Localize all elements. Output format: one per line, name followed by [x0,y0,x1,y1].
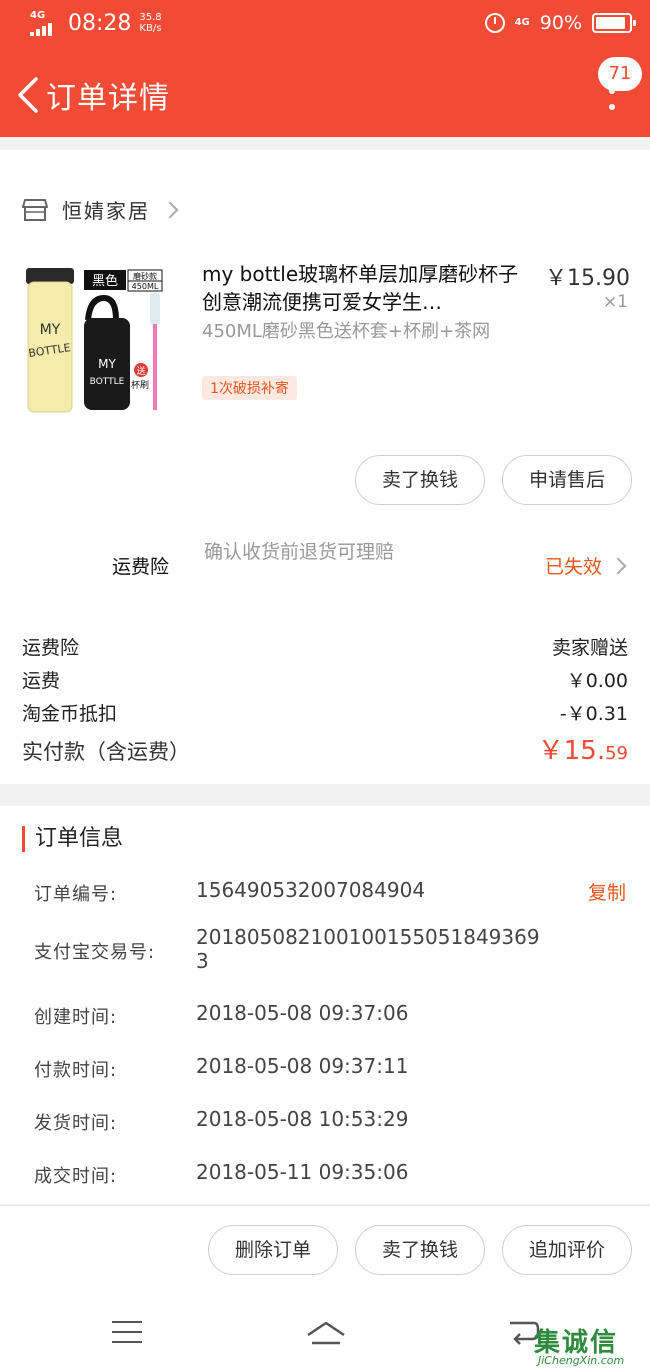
paid-time-value: 2018-05-08 09:37:11 [196,1054,409,1078]
after-sales-button[interactable]: 申请售后 [502,455,632,505]
delete-order-button[interactable]: 删除订单 [208,1225,338,1275]
sell-for-cash-button[interactable]: 卖了换钱 [355,455,485,505]
signal-bars [30,23,52,36]
paid-total-main: ￥15. [537,736,606,766]
shop-name: 恒婧家居 [62,199,150,223]
message-count-badge[interactable]: 71 [598,57,642,91]
speed-value: 35.8 [139,12,162,23]
copy-button[interactable]: 复制 [588,878,626,905]
paid-total-value: ￥15.59 [538,730,628,767]
shipped-time-label: 发货时间: [34,1113,118,1134]
battery-icon [592,13,636,33]
service-tag: 1次破损补寄 [202,376,297,400]
order-info-title: 订单信息 [22,826,123,852]
fee-value: -￥0.31 [559,703,628,725]
order-number-label: 订单编号: [34,884,118,905]
signal-icon: 4G [30,10,60,36]
back-arrow-icon[interactable] [14,75,44,115]
watermark-url: JiChengXin.com [538,1354,625,1367]
status-bar: 4G 08:28 35.8 KB/s 4G 90% [0,0,650,50]
fee-row: 淘金币抵扣 -￥0.31 [22,699,628,726]
color-badge: 黑色 [92,273,118,289]
brand-line1: MY [40,322,61,338]
paid-total-cents: 59 [605,743,628,764]
add-review-button[interactable]: 追加评价 [502,1225,632,1275]
alarm-icon [484,13,505,33]
status-right: 4G 90% [484,12,636,34]
home-icon[interactable] [304,1317,348,1347]
sleeve-brand-line2: BOTTLE [90,377,125,387]
product-sku: 450ML磨砂黑色送杯套+杯刷+茶网 [202,321,491,342]
brush-label: 杯刷 [131,379,149,391]
fee-value: 卖家赠送 [551,637,628,659]
paid-time-label: 付款时间: [34,1060,118,1081]
shipping-insurance-status[interactable]: 已失效 [544,552,627,579]
chevron-right-icon [609,557,627,574]
deal-time-value: 2018-05-11 09:35:06 [196,1160,409,1184]
sleeve-brand-line1: MY [98,357,116,371]
fee-label: 运费 [22,670,61,692]
paid-total-row: 实付款（含运费） ￥15.59 [22,730,628,767]
store-icon [22,198,48,221]
shipping-insurance-description: 确认收货前退货可理赔 [204,541,395,563]
battery-percent: 90% [539,12,582,34]
created-time-value: 2018-05-08 09:37:06 [196,1001,409,1025]
chevron-right-icon [161,201,179,218]
fee-value: ￥0.00 [566,670,628,692]
product-price: ￥15.90 [545,266,630,291]
sell-for-cash-button-bottom[interactable]: 卖了换钱 [355,1225,485,1275]
shop-link[interactable]: 恒婧家居 [22,195,179,224]
alipay-trade-value: 2018050821001001550518493693 [196,925,540,973]
nav-bar: 订单详情 71 [0,55,650,135]
net-type-label: 4G [514,17,530,28]
deal-time-label: 成交时间: [34,1166,118,1187]
shipped-time-value: 2018-05-08 10:53:29 [196,1107,409,1131]
alipay-trade-label: 支付宝交易号: [34,942,156,963]
volume-badge: 450ML [132,282,159,291]
created-time-label: 创建时间: [34,1007,118,1028]
page-title: 订单详情 [46,81,170,116]
variant-badge: 磨砂款 [133,271,157,281]
product-quantity: ×1 [602,292,628,312]
fee-row: 运费险 卖家赠送 [22,633,628,660]
product-image[interactable]: MY BOTTLE 黑色 磨砂款 450ML MY BOTTLE 送 杯刷 [22,262,182,422]
menu-icon[interactable] [112,1321,142,1343]
app-header: 4G 08:28 35.8 KB/s 4G 90% 订单详情 71 [0,0,650,137]
order-number-value: 156490532007084904 [196,878,426,902]
shipping-insurance-label: 运费险 [112,556,170,578]
watermark: 集诚信 JiChengXin.com [534,1322,644,1372]
battery-fill [596,17,625,29]
insurance-status-text: 已失效 [544,556,602,578]
status-left: 4G 08:28 35.8 KB/s [30,10,162,36]
fee-label: 淘金币抵扣 [22,703,118,725]
product-title[interactable]: my bottle玻璃杯单层加厚磨砂杯子创意潮流便携可爱女学生… [202,260,532,316]
clock: 08:28 [68,10,132,36]
paid-total-label: 实付款（含运费） [22,740,190,764]
section-divider [0,150,650,172]
fee-label: 运费险 [22,637,80,659]
more-menu-icon[interactable] [608,88,616,110]
speed-unit: KB/s [139,23,162,34]
fee-row: 运费 ￥0.00 [22,666,628,693]
network-type: 4G [30,10,46,21]
network-speed: 35.8 KB/s [139,12,161,34]
gift-label: 送 [136,365,145,377]
